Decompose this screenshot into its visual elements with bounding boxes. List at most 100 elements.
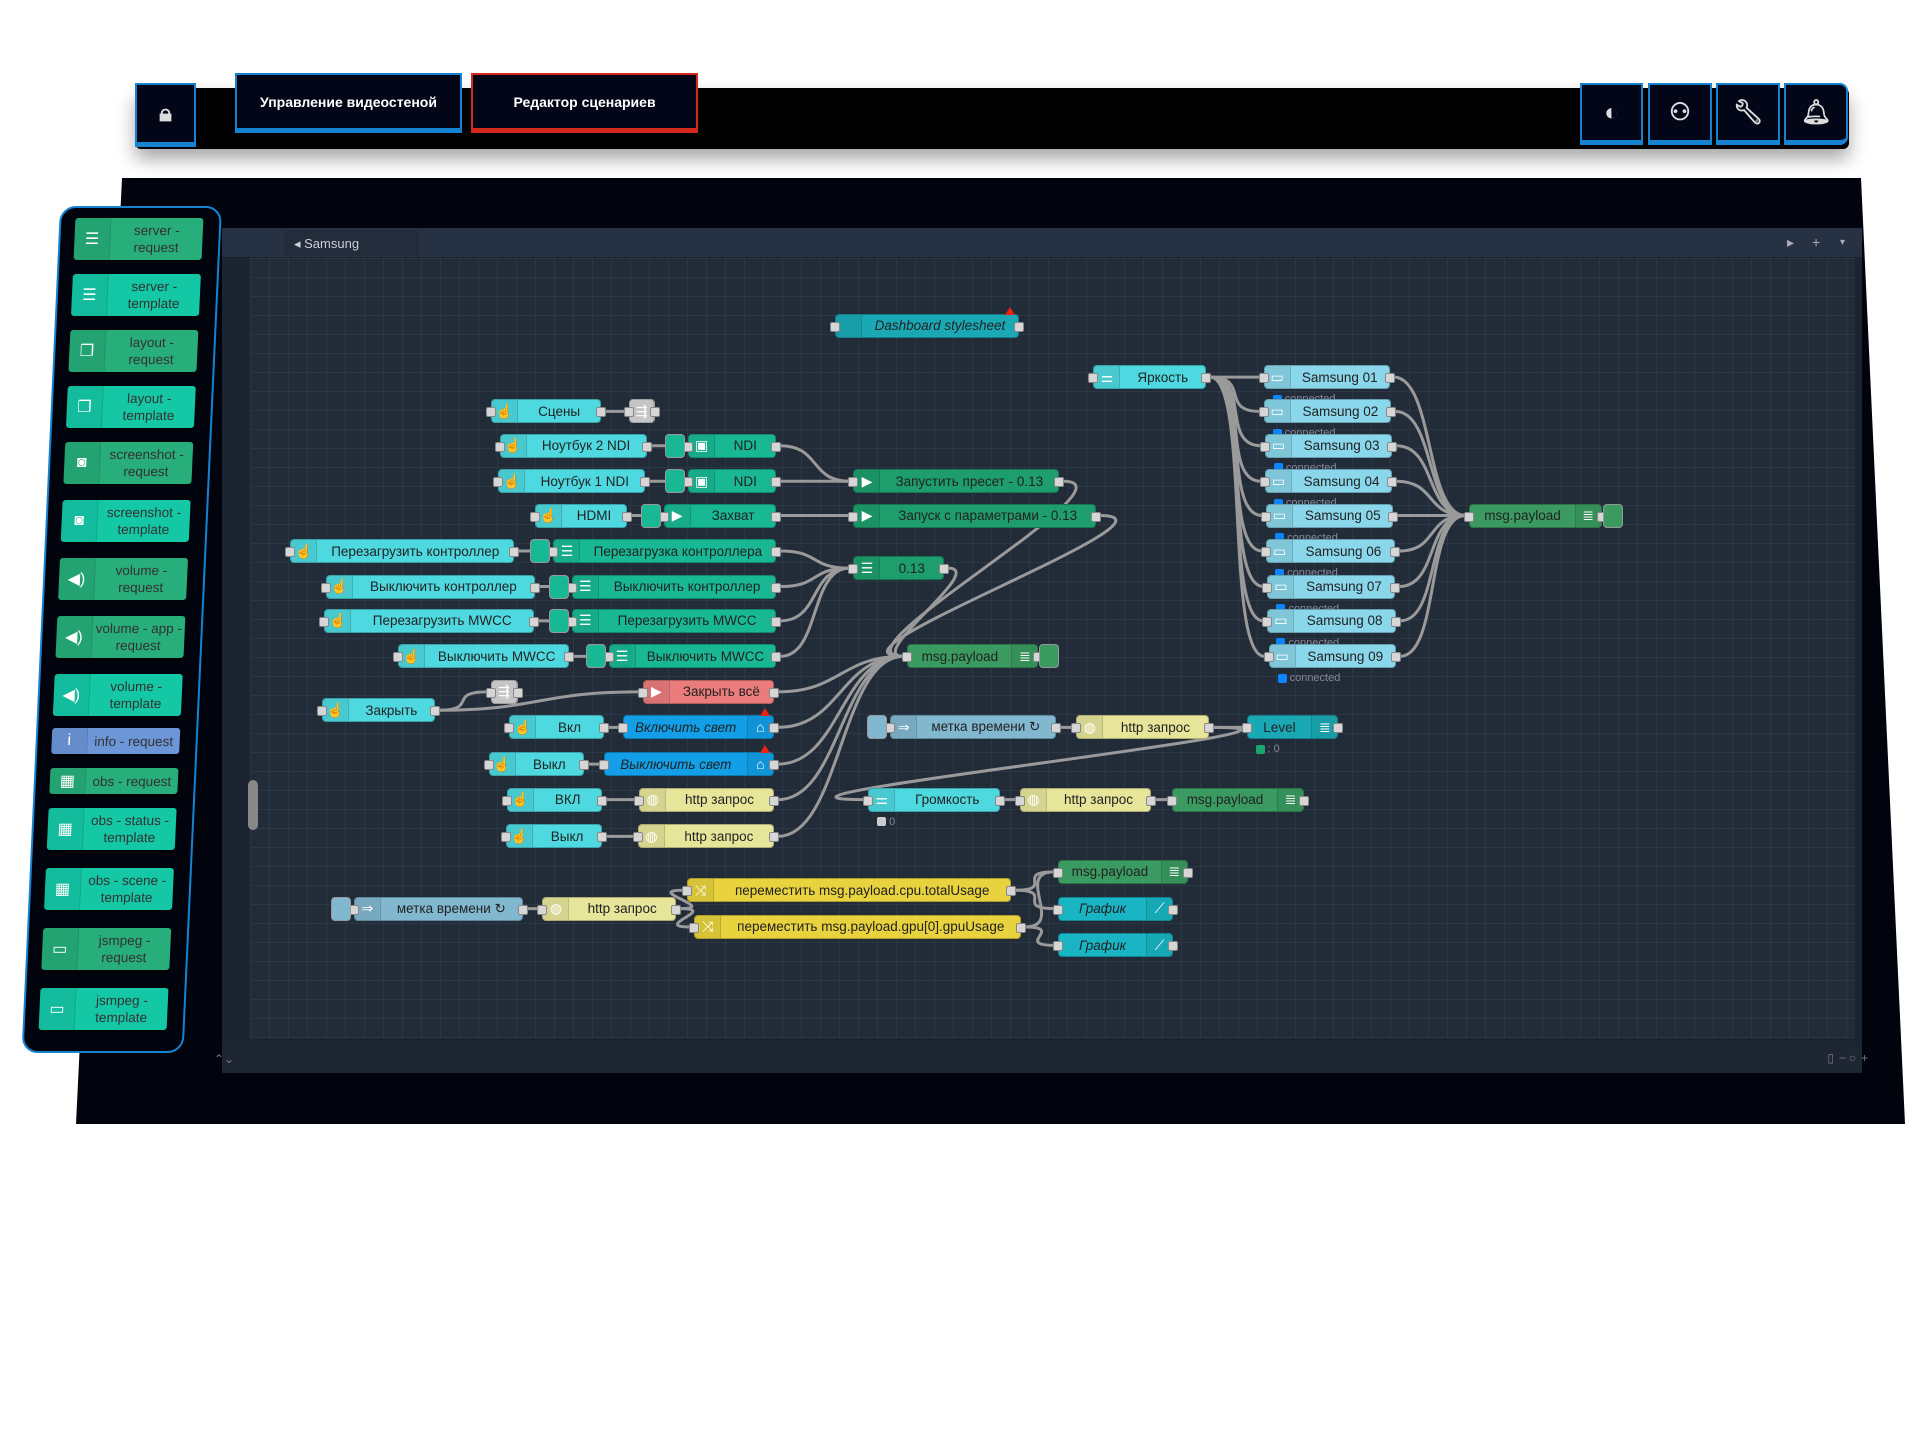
input-port[interactable] xyxy=(1261,547,1272,558)
input-port[interactable] xyxy=(1071,723,1082,734)
flow-node[interactable]: ☝ Выкл xyxy=(500,824,608,849)
palette-node-obs-status-template[interactable]: ▦ obs - status - template xyxy=(46,808,177,850)
flow-node[interactable]: ▶ Закрыть всё xyxy=(637,679,779,704)
flow-node[interactable]: ⟋ График xyxy=(1052,933,1179,958)
palette-node-jsmpeg-template[interactable]: ▭ jsmpeg - template xyxy=(38,988,169,1030)
palette-node-info-request[interactable]: i info - request xyxy=(51,728,181,754)
palette-scrollbar[interactable] xyxy=(248,780,258,830)
zoom-in-icon[interactable]: + xyxy=(1861,1051,1868,1065)
output-port[interactable] xyxy=(598,723,609,734)
input-port[interactable] xyxy=(285,547,296,558)
flow-node[interactable]: ◍ http запрос xyxy=(1015,787,1157,812)
flow-node[interactable]: ☝ Выключить контроллер xyxy=(320,574,541,599)
output-port[interactable] xyxy=(768,832,779,843)
flow-node[interactable]: ≣ Level: 0 xyxy=(1241,715,1344,755)
input-port[interactable] xyxy=(1052,867,1063,878)
flow-node[interactable]: ☰ Выключить MWCC xyxy=(585,644,782,669)
flow-node[interactable]: ⤨ переместить msg.payload.gpu[0].gpuUsage xyxy=(689,914,1027,939)
output-port[interactable] xyxy=(597,832,608,843)
flow-node[interactable]: ◍ http запрос xyxy=(1071,715,1214,740)
input-port[interactable] xyxy=(320,582,331,593)
input-port[interactable] xyxy=(681,886,692,897)
flow-node[interactable]: ⤨ переместить msg.payload.cpu.totalUsage xyxy=(681,878,1017,903)
flow-node[interactable]: ◍ http запрос xyxy=(634,787,779,812)
input-port[interactable] xyxy=(1052,904,1063,915)
input-port[interactable] xyxy=(1261,511,1272,522)
output-port[interactable] xyxy=(768,723,779,734)
flow-node[interactable]: ▣ NDI xyxy=(665,433,782,458)
palette-node-jsmpeg-request[interactable]: ▭ jsmpeg - request xyxy=(41,928,172,970)
output-port[interactable] xyxy=(1390,616,1401,627)
output-port[interactable] xyxy=(597,795,608,806)
input-port[interactable] xyxy=(494,441,505,452)
node-trigger-button[interactable] xyxy=(665,469,686,494)
flow-node[interactable]: ☝ Перезагрузить контроллер xyxy=(285,539,520,564)
tab-videowall-control[interactable]: Управление видеостеной xyxy=(235,73,462,133)
input-port[interactable] xyxy=(848,564,859,575)
flow-node[interactable]: ☝ Ноутбук 1 NDI xyxy=(493,469,651,494)
output-port[interactable] xyxy=(1006,886,1017,897)
output-port[interactable] xyxy=(1013,321,1024,332)
output-port[interactable] xyxy=(1386,407,1397,418)
output-port[interactable] xyxy=(1016,922,1027,933)
node-trigger-button[interactable] xyxy=(530,539,551,564)
input-port[interactable] xyxy=(493,477,504,488)
input-port[interactable] xyxy=(624,407,635,418)
flow-node[interactable]: ▭ Samsung 03 connected xyxy=(1259,433,1398,474)
input-port[interactable] xyxy=(1258,407,1269,418)
flow-node[interactable]: ☝ Вкл xyxy=(504,715,609,740)
output-port[interactable] xyxy=(1387,477,1398,488)
scroll-left-icon[interactable]: ◂ xyxy=(294,236,304,251)
output-port[interactable] xyxy=(564,652,575,663)
output-port[interactable] xyxy=(771,511,782,522)
output-port[interactable] xyxy=(995,795,1006,806)
user-button[interactable]: ⚇ xyxy=(1648,83,1712,145)
flow-node[interactable]: ▶ Запустить пресет - 0.13 xyxy=(848,469,1065,494)
output-port[interactable] xyxy=(641,441,652,452)
input-port[interactable] xyxy=(634,795,645,806)
output-port[interactable] xyxy=(771,441,782,452)
debug-toggle-button[interactable] xyxy=(1602,503,1623,528)
flow-node[interactable]: ▭Samsung 07connected xyxy=(1262,574,1400,615)
flow-node[interactable]: ⌂ Включить свет xyxy=(618,708,779,740)
flow-node[interactable]: ☝ Перезагрузить MWCC xyxy=(319,608,539,633)
palette-node-layout-template[interactable]: ❐ layout - template xyxy=(65,386,196,428)
input-port[interactable] xyxy=(1088,373,1099,384)
output-port[interactable] xyxy=(1090,511,1101,522)
input-port[interactable] xyxy=(598,760,609,771)
flow-node[interactable]: ▶ Запуск с параметрами - 0.13 xyxy=(848,503,1101,528)
input-port[interactable] xyxy=(689,922,700,933)
node-trigger-button[interactable] xyxy=(665,433,686,458)
palette-node-screenshot-template[interactable]: ◙ screenshot - template xyxy=(60,500,191,542)
output-port[interactable] xyxy=(1387,441,1398,452)
flow-node[interactable]: ☝ Сцены xyxy=(486,399,607,424)
output-port[interactable] xyxy=(1384,373,1395,384)
output-port[interactable] xyxy=(640,477,651,488)
input-port[interactable] xyxy=(501,795,512,806)
input-port[interactable] xyxy=(1464,511,1475,522)
output-port[interactable] xyxy=(1390,652,1401,663)
output-port[interactable] xyxy=(1168,941,1179,952)
input-port[interactable] xyxy=(902,652,913,663)
flow-node[interactable]: ☝ Закрыть xyxy=(317,698,440,723)
output-port[interactable] xyxy=(1168,904,1179,915)
output-port[interactable] xyxy=(512,687,523,698)
output-port[interactable] xyxy=(1333,723,1344,734)
input-port[interactable] xyxy=(1052,941,1063,952)
flow-node[interactable]: ⇶ xyxy=(624,399,661,424)
input-port[interactable] xyxy=(537,904,548,915)
flow-node[interactable]: ⇒ метка времени ↻ xyxy=(867,715,1061,740)
node-trigger-button[interactable] xyxy=(867,715,888,740)
input-port[interactable] xyxy=(1015,795,1025,806)
flow-node[interactable]: ≣ msg.payload xyxy=(1464,503,1623,528)
flow-node[interactable]: ⚌ Громкость 0 xyxy=(863,787,1006,828)
flow-node[interactable]: ☝ Выкл xyxy=(483,752,590,777)
flow-node[interactable]: ☝ ВКЛ xyxy=(501,787,608,812)
output-port[interactable] xyxy=(771,616,782,627)
output-port[interactable] xyxy=(768,760,779,771)
output-port[interactable] xyxy=(1389,547,1400,558)
flow-node[interactable]: ☝ HDMI xyxy=(530,503,632,528)
flow-node[interactable]: ▣ NDI xyxy=(665,469,782,494)
theme-toggle-button[interactable]: ◐ xyxy=(1580,83,1643,145)
flow-node[interactable]: ≣ msg.payload xyxy=(1052,859,1193,884)
